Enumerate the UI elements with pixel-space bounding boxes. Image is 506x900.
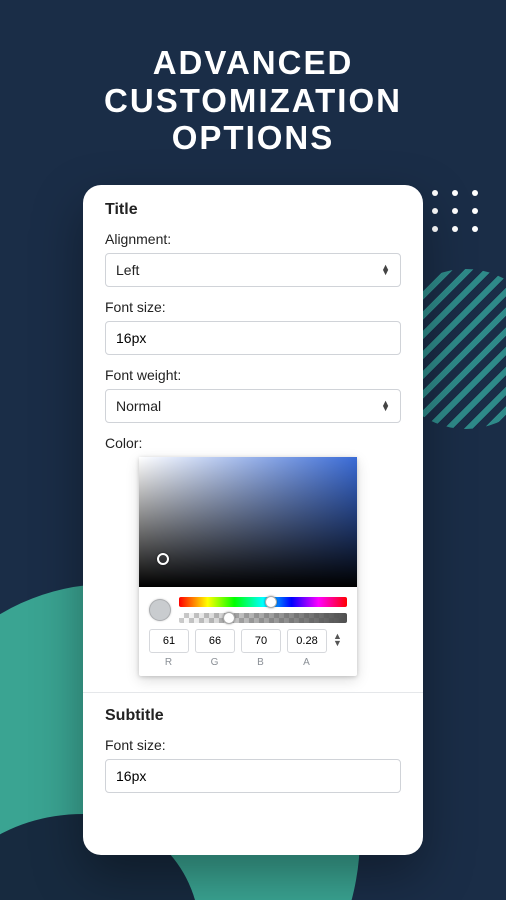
color-a-input[interactable]	[287, 629, 327, 653]
alignment-value: Left	[116, 262, 139, 278]
color-label: Color:	[105, 435, 401, 451]
fontsize-label: Font size:	[105, 299, 401, 315]
subtitle-fontsize-input[interactable]	[116, 768, 390, 784]
color-swatch	[149, 599, 171, 621]
fontsize-input-wrap[interactable]	[105, 321, 401, 355]
alignment-label: Alignment:	[105, 231, 401, 247]
alignment-select[interactable]: Left ▲▼	[105, 253, 401, 287]
page-heading: ADVANCED CUSTOMIZATION OPTIONS	[0, 44, 506, 157]
select-arrows-icon: ▲▼	[381, 401, 390, 411]
select-arrows-icon: ▲▼	[381, 265, 390, 275]
section-heading-title: Title	[105, 201, 401, 219]
heading-line: OPTIONS	[0, 119, 506, 157]
hue-thumb[interactable]	[265, 596, 277, 608]
color-b-input[interactable]	[241, 629, 281, 653]
color-g-label: G	[195, 657, 235, 668]
color-b-label: B	[241, 657, 281, 668]
fontweight-select[interactable]: Normal ▲▼	[105, 389, 401, 423]
subtitle-fontsize-input-wrap[interactable]	[105, 759, 401, 793]
alpha-thumb[interactable]	[223, 612, 235, 624]
fontsize-input[interactable]	[116, 330, 390, 346]
heading-line: CUSTOMIZATION	[0, 82, 506, 120]
section-divider	[83, 692, 423, 693]
alpha-slider[interactable]	[179, 613, 347, 623]
color-r-input[interactable]	[149, 629, 189, 653]
color-mode-toggle[interactable]: ▲▼	[333, 633, 347, 647]
color-r-label: R	[149, 657, 189, 668]
section-heading-subtitle: Subtitle	[105, 707, 401, 725]
color-g-input[interactable]	[195, 629, 235, 653]
saturation-value-area[interactable]	[139, 457, 357, 587]
settings-card: Title Alignment: Left ▲▼ Font size: Font…	[83, 185, 423, 855]
color-picker: R G B A ▲▼	[139, 457, 357, 676]
sv-cursor[interactable]	[157, 553, 169, 565]
subtitle-fontsize-label: Font size:	[105, 737, 401, 753]
fontweight-value: Normal	[116, 398, 161, 414]
color-a-label: A	[287, 657, 327, 668]
fontweight-label: Font weight:	[105, 367, 401, 383]
hue-slider[interactable]	[179, 597, 347, 607]
heading-line: ADVANCED	[0, 44, 506, 82]
